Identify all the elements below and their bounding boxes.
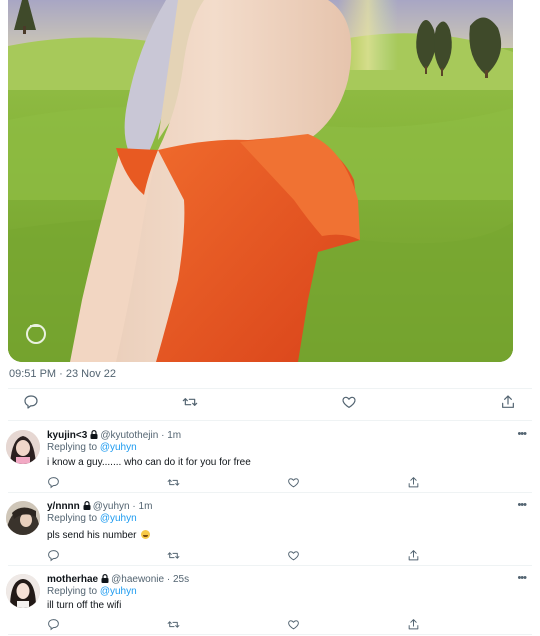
reply-text: ill turn off the wifi (47, 600, 122, 611)
retweet-button[interactable] (180, 392, 200, 412)
share-icon (408, 549, 418, 560)
reply-text: pls send his number (47, 530, 137, 541)
like-button[interactable] (285, 616, 301, 632)
lock-icon (83, 501, 91, 510)
reply-button[interactable] (45, 547, 61, 563)
reply-tweet[interactable]: kyujin<3 @kyutothejin · 1m Replying to @y… (0, 424, 540, 492)
share-icon (502, 395, 514, 408)
tweet-action-bar (0, 392, 540, 416)
replying-to-label: Replying to (47, 442, 98, 453)
tweet-timestamp[interactable]: 09:51 PM · 23 Nov 22 (9, 368, 116, 380)
retweet-icon (167, 551, 179, 559)
tweet-media-image[interactable] (8, 0, 513, 362)
retweet-icon (182, 398, 198, 406)
separator-dot: · (132, 501, 136, 512)
avatar[interactable] (6, 501, 40, 535)
replying-to-label: Replying to (47, 586, 98, 597)
reply-time[interactable]: 25s (173, 574, 189, 585)
share-icon (408, 618, 418, 629)
reply-header: motherhae @haewonie · 25s (47, 574, 189, 585)
avatar[interactable] (6, 430, 40, 464)
share-button[interactable] (498, 392, 518, 412)
reply-tweet[interactable]: y/nnnn @yuhyn · 1m Replying to @yuhyn pls… (0, 495, 540, 565)
like-icon (287, 550, 299, 560)
share-icon (408, 476, 418, 487)
reply-text: i know a guy....... who can do it for yo… (47, 457, 251, 468)
retweet-button[interactable] (165, 547, 181, 563)
replying-to: Replying to @yuhyn (47, 513, 137, 524)
user-handle[interactable]: @kyutothejin (100, 430, 158, 441)
reply-icon (47, 476, 59, 488)
more-icon[interactable]: ••• (517, 572, 527, 584)
display-name[interactable]: kyujin<3 (47, 430, 87, 441)
display-name[interactable]: motherhae (47, 574, 98, 585)
divider (8, 388, 532, 389)
more-icon[interactable]: ••• (517, 499, 527, 511)
reply-time[interactable]: 1m (139, 501, 153, 512)
avatar[interactable] (6, 574, 40, 608)
divider (8, 565, 532, 566)
photo-scene (8, 0, 513, 362)
more-icon[interactable]: ••• (517, 428, 527, 440)
retweet-icon (167, 478, 179, 486)
reply-icon (47, 549, 59, 561)
reply-icon (24, 395, 38, 409)
replying-to: Replying to @yuhyn (47, 442, 137, 453)
lock-icon (90, 430, 98, 439)
like-button[interactable] (285, 547, 301, 563)
lock-icon (101, 574, 109, 583)
display-name[interactable]: y/nnnn (47, 501, 80, 512)
reply-header: kyujin<3 @kyutothejin · 1m (47, 430, 181, 441)
reply-header: y/nnnn @yuhyn · 1m (47, 501, 152, 512)
reply-text-row: pls send his number (47, 530, 151, 541)
reply-action-bar (0, 616, 540, 636)
reply-time[interactable]: 1m (167, 430, 181, 441)
divider (8, 634, 532, 635)
reply-tweet[interactable]: motherhae @haewonie · 25s Replying to @yu… (0, 568, 540, 636)
divider (8, 420, 532, 421)
share-button[interactable] (405, 616, 421, 632)
replying-to: Replying to @yuhyn (47, 586, 137, 597)
retweet-button[interactable] (165, 616, 181, 632)
retweet-icon (167, 620, 179, 628)
grinning-sweat-emoji (141, 530, 151, 539)
reply-button[interactable] (45, 474, 61, 490)
user-handle[interactable]: @haewonie (111, 574, 164, 585)
replying-to-link[interactable]: @yuhyn (100, 442, 137, 453)
separator-dot: · (161, 430, 165, 441)
like-icon (287, 477, 299, 487)
replying-to-label: Replying to (47, 513, 98, 524)
separator-dot: · (166, 574, 171, 585)
reply-button[interactable] (21, 392, 41, 412)
reply-icon (47, 618, 59, 630)
divider (8, 492, 532, 493)
like-button[interactable] (285, 474, 301, 490)
replying-to-link[interactable]: @yuhyn (100, 513, 137, 524)
like-icon (287, 619, 299, 629)
retweet-button[interactable] (165, 474, 181, 490)
reply-button[interactable] (45, 616, 61, 632)
replying-to-link[interactable]: @yuhyn (100, 586, 137, 597)
like-button[interactable] (339, 392, 359, 412)
like-icon (342, 396, 356, 408)
user-handle[interactable]: @yuhyn (93, 501, 130, 512)
share-button[interactable] (405, 474, 421, 490)
share-button[interactable] (405, 547, 421, 563)
